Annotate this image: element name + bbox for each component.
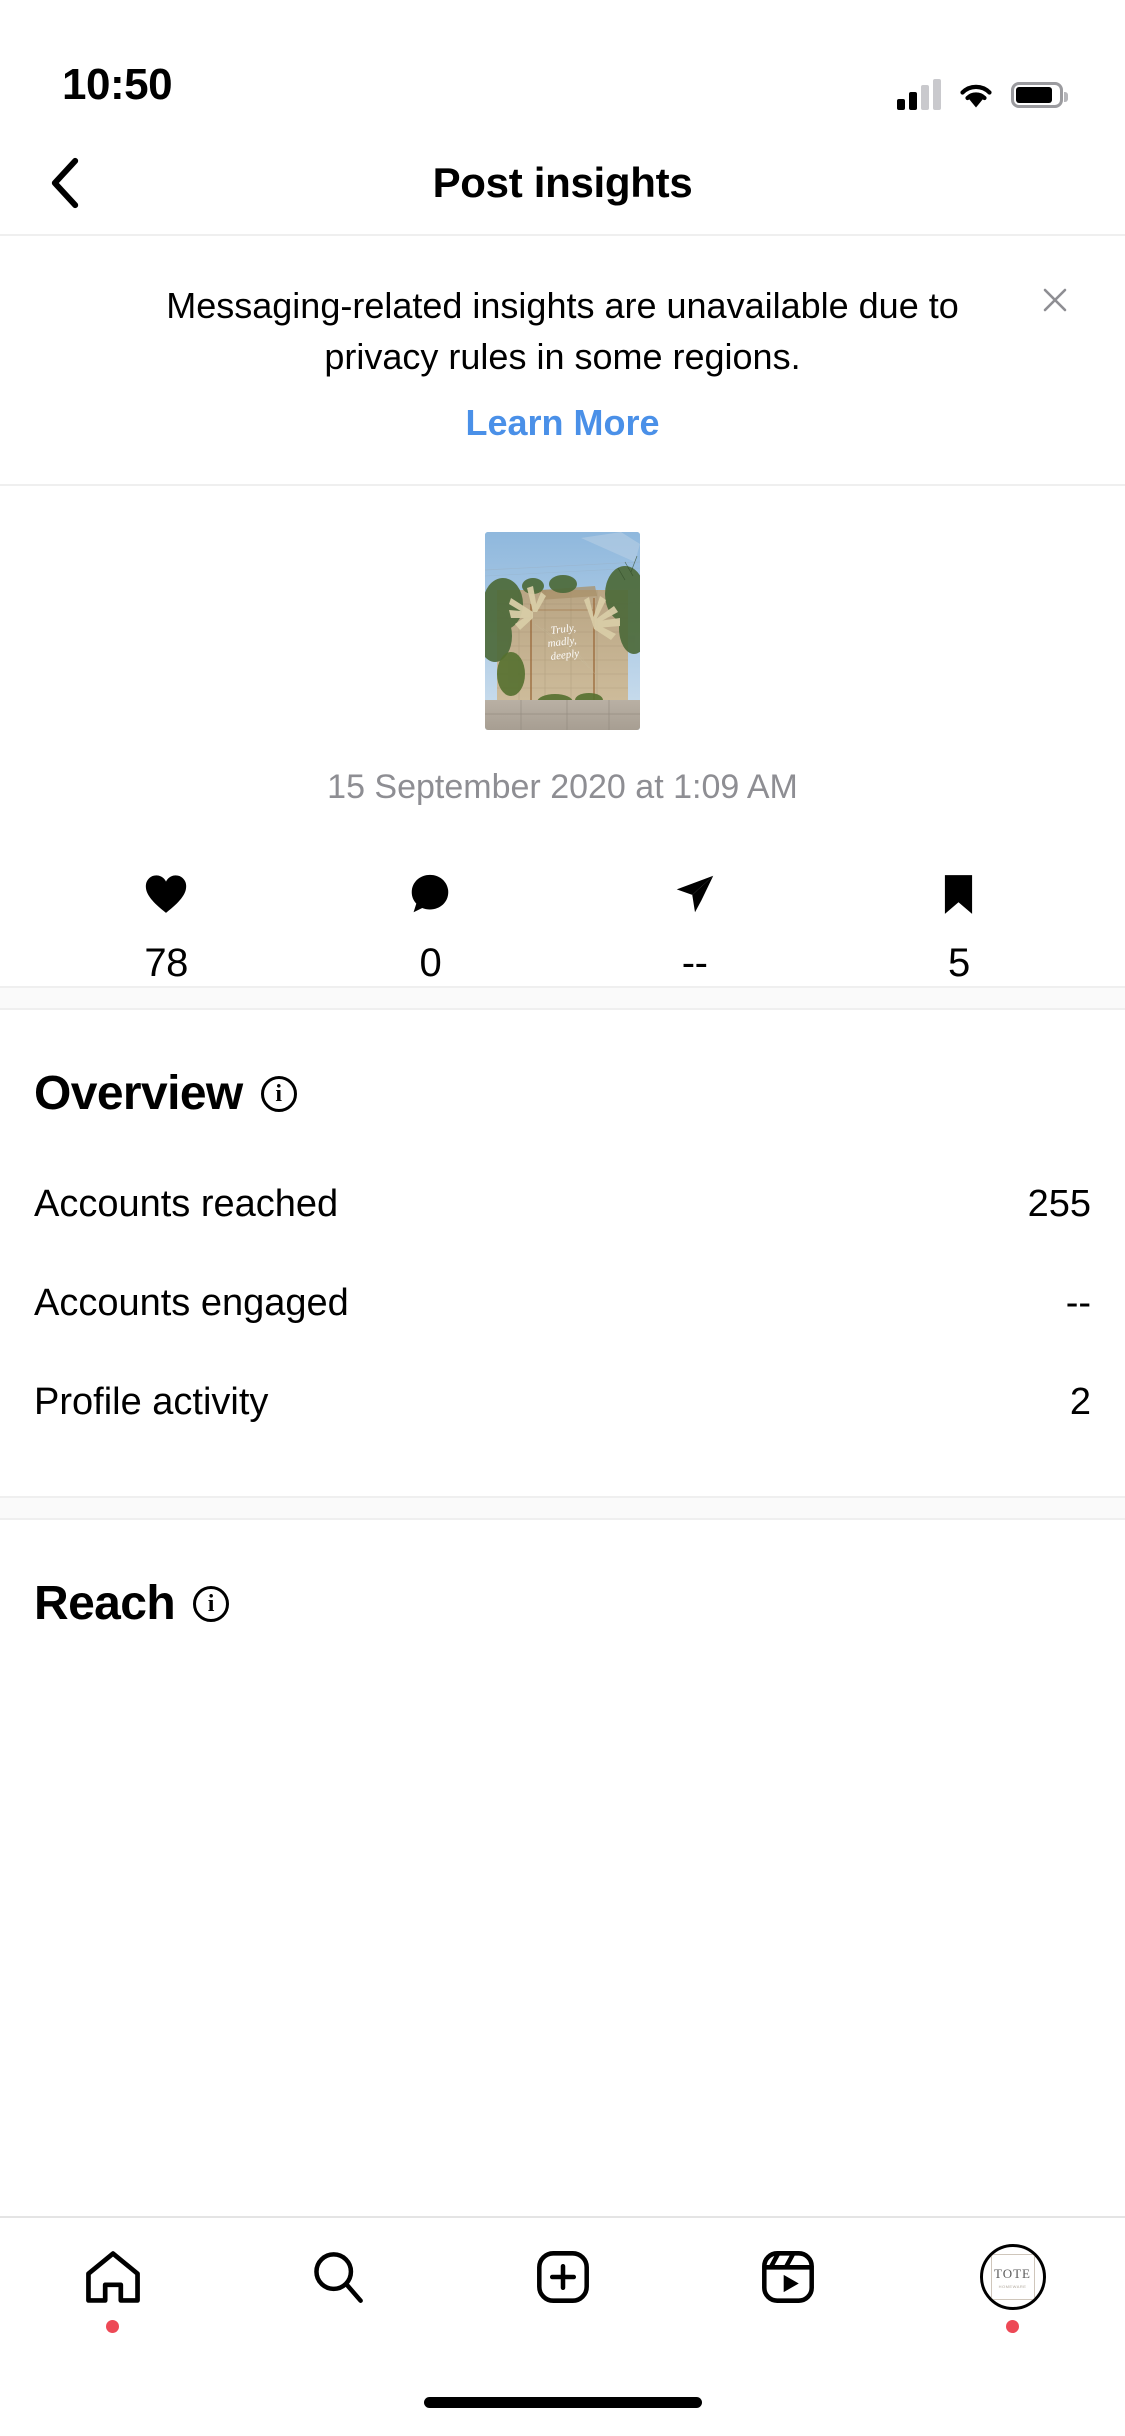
post-summary: Truly, madly, deeply 15 September 2020 a… xyxy=(0,486,1125,986)
status-icons xyxy=(897,79,1068,110)
metric-row: Accounts reached 255 xyxy=(34,1155,1091,1254)
home-badge-dot xyxy=(106,2320,119,2333)
home-indicator-area xyxy=(0,2368,1125,2436)
reach-title: Reach xyxy=(34,1577,176,1631)
profile-badge-dot xyxy=(1006,2320,1019,2333)
metric-value: 255 xyxy=(1027,1183,1091,1226)
reels-icon xyxy=(759,2244,817,2310)
status-time: 10:50 xyxy=(62,60,173,109)
metric-value: 2 xyxy=(1069,1381,1091,1424)
plus-box-icon xyxy=(534,2244,592,2310)
metric-row: Accounts engaged -- xyxy=(34,1254,1091,1353)
overview-title: Overview xyxy=(34,1067,243,1121)
section-divider xyxy=(0,986,1125,1011)
avatar: TOTE HOMEWARE xyxy=(979,2244,1046,2310)
avatar-word: TOTE xyxy=(994,2265,1031,2281)
reach-header: Reach i xyxy=(34,1520,1091,1665)
overview-header: Overview i xyxy=(34,1010,1091,1155)
section-divider xyxy=(0,1496,1125,1521)
post-stats-row: 78 0 -- 5 xyxy=(0,869,1125,986)
stat-value: -- xyxy=(681,941,708,986)
back-button[interactable] xyxy=(30,148,100,218)
close-icon xyxy=(1043,288,1067,312)
info-icon[interactable]: i xyxy=(193,1585,230,1622)
page-title: Post insights xyxy=(432,159,693,206)
chevron-left-icon xyxy=(51,157,79,209)
home-indicator[interactable] xyxy=(423,2396,702,2408)
info-icon[interactable]: i xyxy=(260,1075,297,1112)
search-icon xyxy=(309,2244,367,2310)
wifi-icon xyxy=(957,81,995,109)
stat-value: 5 xyxy=(948,941,970,986)
stat-shares[interactable]: -- xyxy=(563,869,827,986)
bottom-tab-bar: TOTE HOMEWARE xyxy=(0,2216,1125,2368)
avatar-logo-box: TOTE HOMEWARE xyxy=(990,2254,1035,2300)
post-thumbnail[interactable]: Truly, madly, deeply xyxy=(485,532,640,731)
stat-value: 0 xyxy=(419,941,442,986)
tab-reels[interactable] xyxy=(675,2244,900,2333)
banner-message: Messaging-related insights are unavailab… xyxy=(166,285,959,378)
post-date: 15 September 2020 at 1:09 AM xyxy=(327,768,798,807)
home-icon xyxy=(84,2244,142,2310)
tab-create[interactable] xyxy=(450,2244,675,2333)
banner-close-button[interactable] xyxy=(1031,276,1079,324)
avatar-subtext: HOMEWARE xyxy=(998,2283,1027,2289)
status-bar: 10:50 xyxy=(0,0,1125,132)
metric-value: -- xyxy=(1065,1282,1091,1325)
post-insights-screen: 10:50 Post insights Messaging-related in… xyxy=(0,0,1125,2436)
avatar-icon: TOTE HOMEWARE xyxy=(979,2244,1046,2310)
bookmark-icon xyxy=(942,869,975,919)
metric-label: Accounts engaged xyxy=(34,1282,349,1325)
tab-search[interactable] xyxy=(225,2244,450,2333)
tab-home[interactable] xyxy=(0,2244,225,2333)
stat-likes[interactable]: 78 xyxy=(34,869,298,986)
reach-section: Reach i xyxy=(0,1520,1125,1665)
metric-row: Profile activity 2 xyxy=(34,1353,1091,1452)
battery-icon xyxy=(1011,82,1068,108)
post-thumbnail-wrap: Truly, madly, deeply xyxy=(0,532,1125,731)
stat-comments[interactable]: 0 xyxy=(298,869,562,986)
share-icon xyxy=(674,869,716,919)
stat-saves[interactable]: 5 xyxy=(827,869,1091,986)
signal-bars-icon xyxy=(897,79,941,110)
comment-icon xyxy=(409,869,451,919)
metric-label: Accounts reached xyxy=(34,1183,339,1226)
tab-profile[interactable]: TOTE HOMEWARE xyxy=(900,2244,1125,2333)
nav-header: Post insights xyxy=(0,132,1125,236)
metric-label: Profile activity xyxy=(34,1381,269,1424)
learn-more-link[interactable]: Learn More xyxy=(465,402,659,444)
heart-icon xyxy=(144,869,188,919)
overview-section: Overview i Accounts reached 255 Accounts… xyxy=(0,1010,1125,1496)
stat-value: 78 xyxy=(144,941,188,986)
privacy-banner: Messaging-related insights are unavailab… xyxy=(0,236,1125,487)
